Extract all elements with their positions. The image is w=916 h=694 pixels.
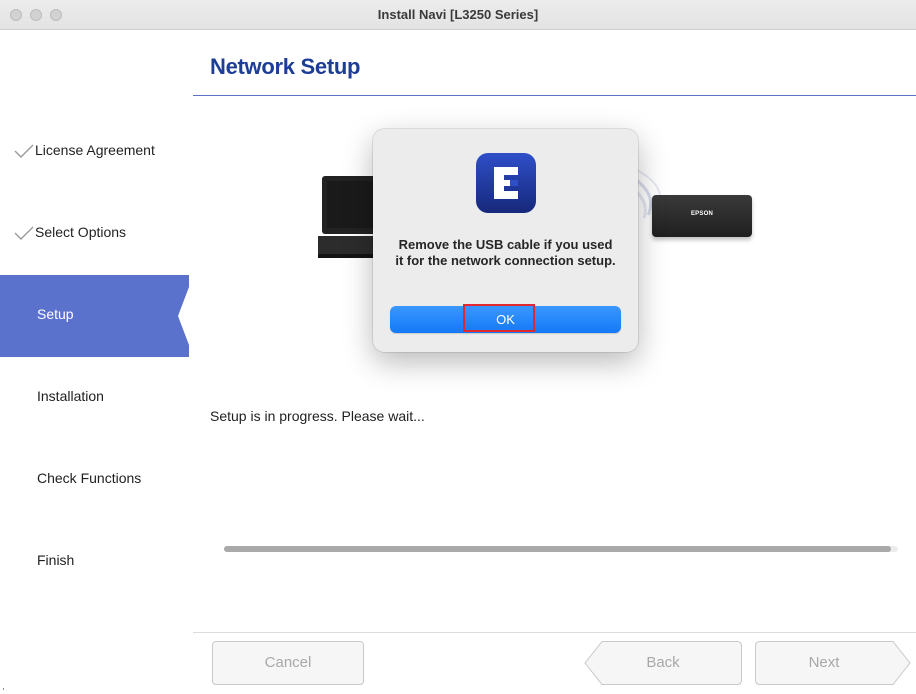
progress-bar	[224, 546, 898, 552]
ok-button-highlight	[463, 304, 535, 332]
sidebar-step-installation: Installation	[0, 357, 192, 439]
sidebar-step-select-options: Select Options	[0, 193, 192, 275]
dialog-message: Remove the USB cable if you used it for …	[395, 237, 616, 268]
epson-app-icon	[476, 153, 536, 213]
back-button-label: Back	[646, 654, 680, 671]
footer-divider	[193, 632, 916, 633]
status-text: Setup is in progress. Please wait...	[210, 408, 425, 424]
page-title: Network Setup	[210, 54, 361, 79]
sidebar-step-setup: Setup	[0, 275, 192, 357]
checkmark-icon	[14, 144, 34, 158]
next-button[interactable]: Next	[755, 641, 911, 685]
sidebar-step-label: Installation	[37, 388, 104, 404]
header-divider	[193, 95, 916, 96]
sidebar-step-finish: Finish	[0, 521, 192, 603]
printer-brand-label: EPSON	[690, 211, 713, 217]
sidebar-step-label: Check Functions	[37, 470, 142, 486]
sidebar-step-label: Setup	[37, 306, 74, 322]
corner-mark	[3, 688, 4, 690]
installer-window: Install Navi [L3250 Series] Network Setu…	[0, 0, 916, 694]
cancel-button[interactable]: Cancel	[212, 641, 364, 685]
sidebar-step-label: Finish	[37, 552, 75, 568]
sidebar-step-license-agreement: License Agreement	[0, 111, 192, 193]
sidebar-step-label: License Agreement	[35, 142, 155, 158]
sidebar-step-check-functions: Check Functions	[0, 439, 192, 521]
printer-icon: EPSON	[652, 195, 752, 237]
progress-bar-fill	[224, 546, 892, 552]
sidebar-step-label: Select Options	[35, 224, 127, 240]
active-step-notch	[178, 275, 192, 357]
checkmark-icon	[14, 226, 34, 240]
window-title: Install Navi [L3250 Series]	[377, 7, 539, 22]
next-button-label: Next	[808, 654, 840, 671]
title-bar[interactable]: Install Navi [L3250 Series]	[0, 0, 916, 30]
back-button[interactable]: Back	[584, 641, 742, 685]
